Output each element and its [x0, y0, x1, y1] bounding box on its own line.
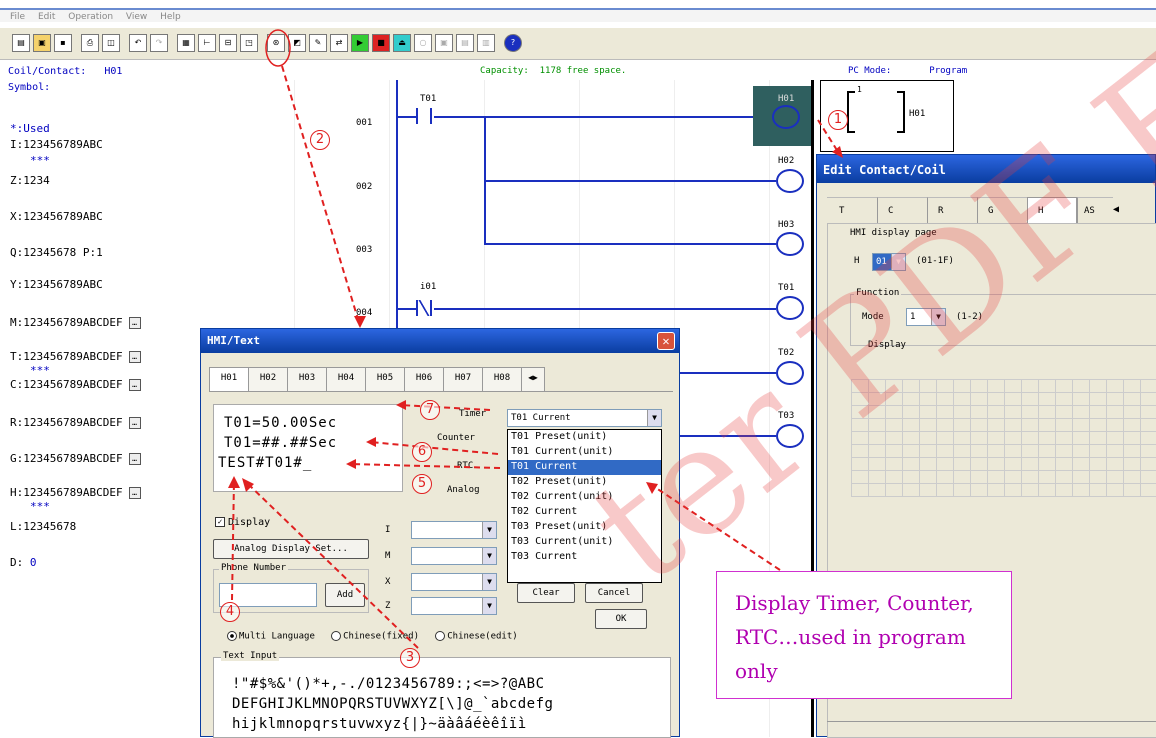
- annotation-marker-7: 7: [420, 400, 440, 420]
- annotation-marker-4: 4: [220, 602, 240, 622]
- arrowhead: [646, 482, 658, 494]
- arrowhead: [354, 316, 366, 328]
- toolbar-highlight-circle: [265, 29, 291, 67]
- annotation-marker-3: 3: [400, 648, 420, 668]
- annotation-marker-5: 5: [412, 474, 432, 494]
- annotation-marker-6: 6: [412, 442, 432, 462]
- annotation-arrow-4: [231, 479, 235, 601]
- arrowhead: [228, 476, 240, 488]
- callout-note: Display Timer, Counter, RTC…used in prog…: [716, 571, 1012, 699]
- arrowhead: [346, 459, 356, 469]
- annotation-arrow-callout: [649, 483, 781, 571]
- annotation-arrow-5: [349, 463, 501, 469]
- arrowhead: [242, 478, 254, 492]
- annotation-arrow-6: [369, 441, 499, 455]
- arrowhead: [832, 146, 843, 158]
- annotation-marker-2: 2: [310, 130, 330, 150]
- annotation-arrow-7: [399, 404, 491, 411]
- arrowhead: [396, 400, 406, 410]
- arrowhead: [366, 437, 376, 447]
- annotation-arrow-3: [245, 481, 419, 649]
- text-input-label: Text Input: [221, 651, 280, 661]
- annotation-arrow-2: [281, 65, 361, 327]
- annotation-marker-1: 1: [828, 110, 848, 130]
